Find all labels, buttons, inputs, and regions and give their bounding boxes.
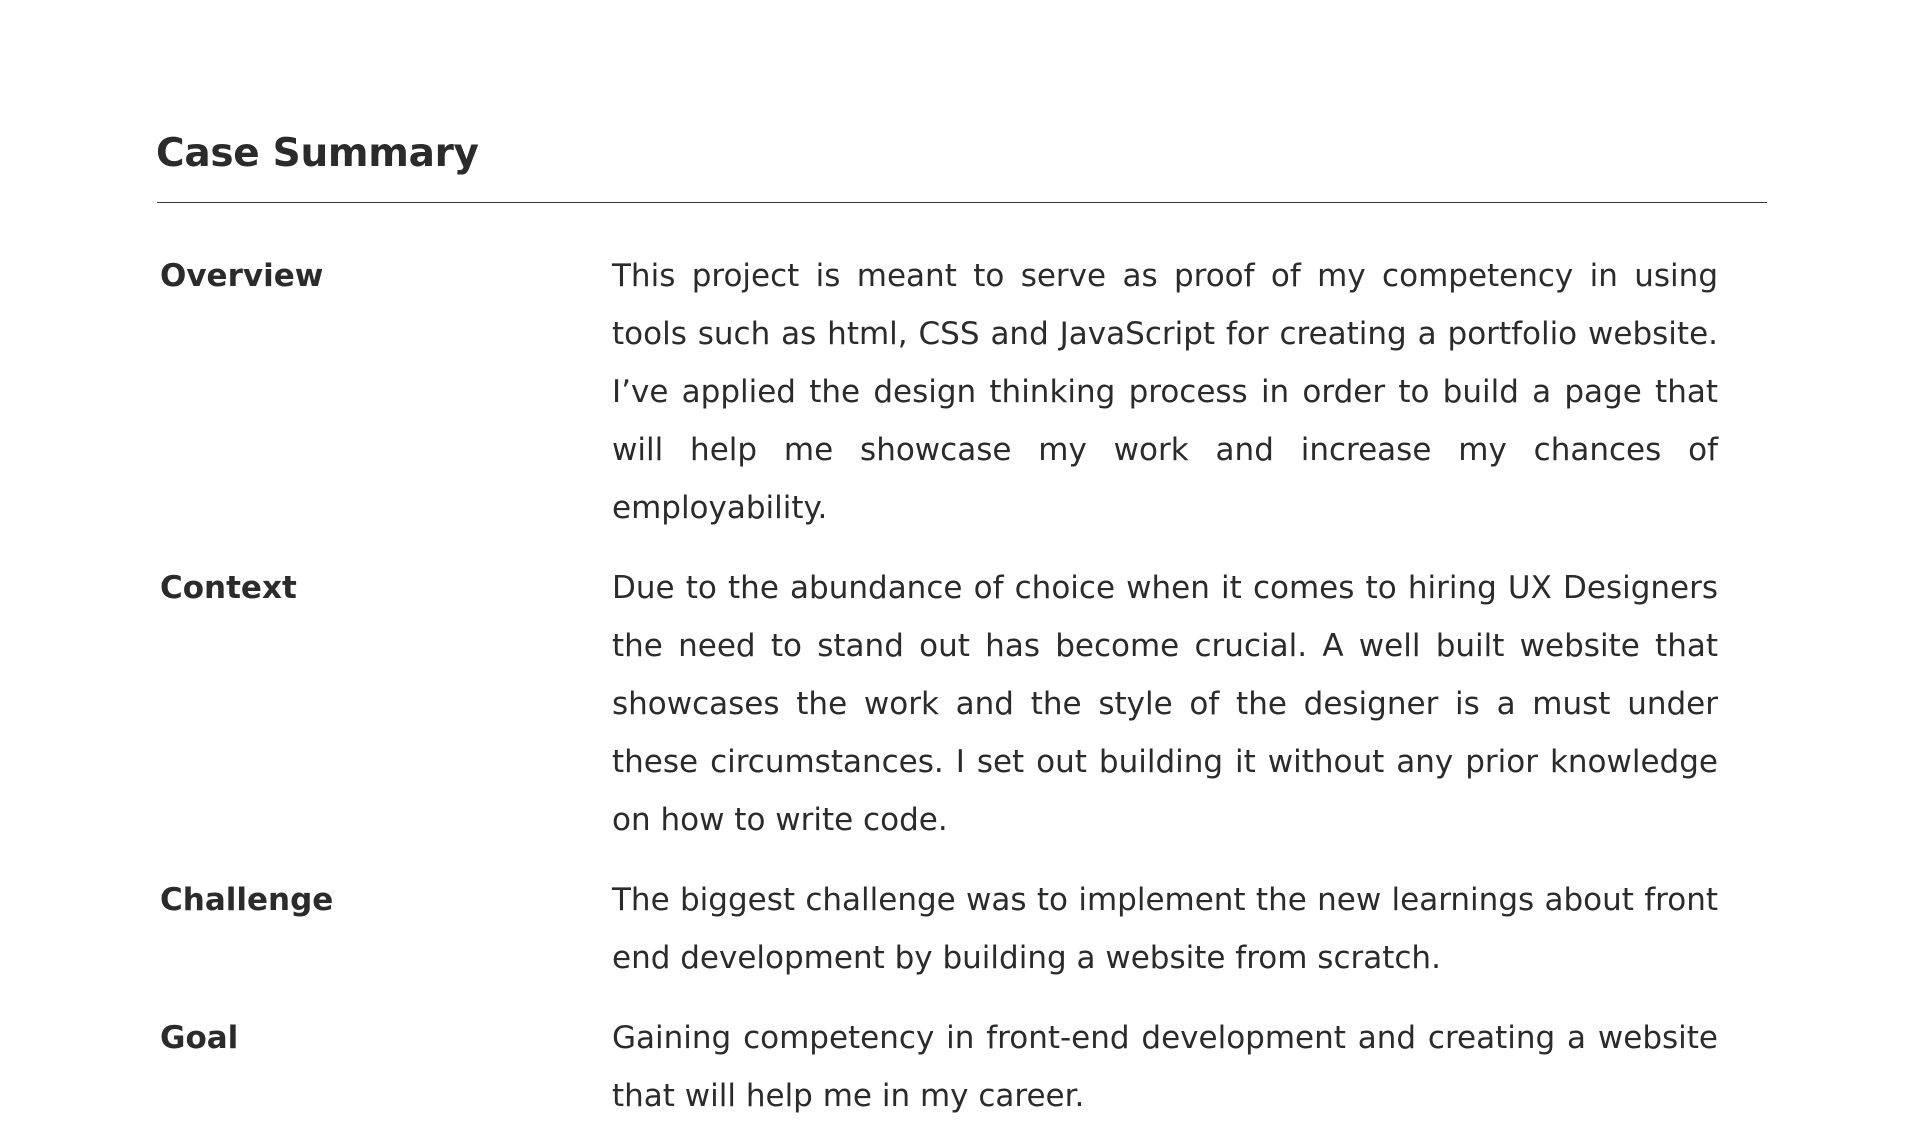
row-label-challenge: Challenge (160, 882, 334, 918)
row-text-overview: This project is meant to serve as proof … (612, 258, 1718, 526)
row-text-context: Due to the abundance of choice when it c… (612, 570, 1718, 838)
summary-row-challenge: Challenge The biggest challenge was to i… (156, 871, 1768, 987)
section-divider (157, 202, 1767, 203)
summary-rows: Overview This project is meant to serve … (156, 247, 1768, 1125)
row-text-goal: Gaining competency in front-end developm… (612, 1020, 1718, 1114)
row-text-challenge: The biggest challenge was to implement t… (612, 882, 1718, 976)
summary-row-overview: Overview This project is meant to serve … (156, 247, 1768, 537)
row-label-goal: Goal (160, 1020, 239, 1056)
row-label-overview: Overview (160, 258, 324, 294)
case-summary-section: Case Summary Overview This project is me… (156, 128, 1768, 1147)
summary-row-context: Context Due to the abundance of choice w… (156, 559, 1768, 849)
row-label-context: Context (160, 570, 297, 606)
summary-row-goal: Goal Gaining competency in front-end dev… (156, 1009, 1768, 1125)
section-title: Case Summary (156, 131, 479, 176)
